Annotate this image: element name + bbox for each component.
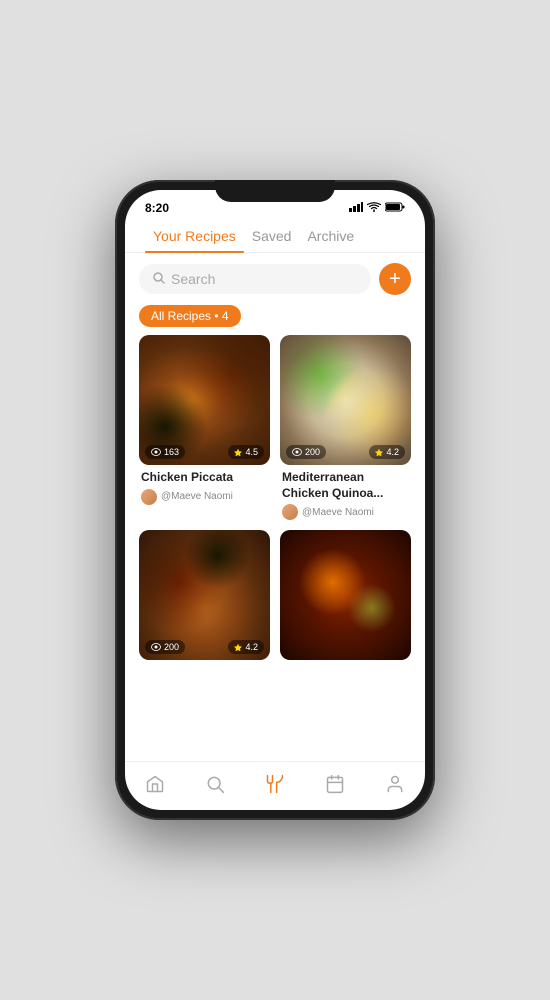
recipe-author-1: @Maeve Naomi <box>282 504 409 520</box>
rating-badge-2: 4.2 <box>228 640 264 654</box>
recipe-info-1: Mediterranean Chicken Quinoa... @Maeve N… <box>280 465 411 520</box>
profile-icon <box>385 774 405 794</box>
recipe-image-3 <box>280 530 411 660</box>
nav-recipes[interactable] <box>253 770 297 798</box>
search-input-wrap[interactable]: Search <box>139 264 371 294</box>
nav-home[interactable] <box>133 770 177 798</box>
recipe-card-0[interactable]: 163 4.5 Chicken Piccata @Maeve Na <box>139 335 270 520</box>
author-name-1: @Maeve Naomi <box>302 507 374 518</box>
add-recipe-button[interactable]: + <box>379 263 411 295</box>
recipe-stats-2: 200 4.2 <box>145 640 264 654</box>
recipe-stats-1: 200 4.2 <box>286 445 405 459</box>
recipes-grid: 163 4.5 Chicken Piccata @Maeve Na <box>125 335 425 761</box>
nav-profile[interactable] <box>373 770 417 798</box>
bottom-nav <box>125 761 425 810</box>
author-avatar-1 <box>282 504 298 520</box>
recipe-card-3[interactable] <box>280 530 411 660</box>
author-avatar-0 <box>141 489 157 505</box>
wifi-icon <box>367 202 381 215</box>
signal-icon <box>349 202 363 215</box>
filter-area: All Recipes • 4 <box>125 301 425 335</box>
phone-screen: 8:20 <box>125 190 425 810</box>
all-recipes-filter[interactable]: All Recipes • 4 <box>139 305 241 327</box>
recipe-card-2[interactable]: 200 4.2 <box>139 530 270 660</box>
rating-badge-0: 4.5 <box>228 445 264 459</box>
search-nav-icon <box>205 774 225 794</box>
battery-icon <box>385 202 405 215</box>
tab-archive[interactable]: Archive <box>299 228 362 252</box>
recipe-image-1: 200 4.2 <box>280 335 411 465</box>
status-time: 8:20 <box>145 201 169 215</box>
recipe-stats-0: 163 4.5 <box>145 445 264 459</box>
app-content: Your Recipes Saved Archive <box>125 218 425 810</box>
notch <box>215 180 335 202</box>
search-icon <box>153 272 165 287</box>
search-area: Search + <box>125 253 425 301</box>
recipe-info-0: Chicken Piccata @Maeve Naomi <box>139 465 270 505</box>
home-icon <box>145 774 165 794</box>
status-icons <box>349 202 405 215</box>
phone-frame: 8:20 <box>115 180 435 820</box>
views-badge-0: 163 <box>145 445 185 459</box>
search-placeholder: Search <box>171 271 215 287</box>
author-name-0: @Maeve Naomi <box>161 491 233 502</box>
recipe-image-0: 163 4.5 <box>139 335 270 465</box>
tab-saved[interactable]: Saved <box>244 228 300 252</box>
tab-your-recipes[interactable]: Your Recipes <box>145 228 244 252</box>
nav-calendar[interactable] <box>313 770 357 798</box>
recipe-title-0: Chicken Piccata <box>141 470 268 486</box>
recipe-title-1: Mediterranean Chicken Quinoa... <box>282 470 409 501</box>
recipe-author-0: @Maeve Naomi <box>141 489 268 505</box>
tab-bar: Your Recipes Saved Archive <box>125 218 425 253</box>
views-badge-1: 200 <box>286 445 326 459</box>
calendar-icon <box>325 774 345 794</box>
recipe-image-2: 200 4.2 <box>139 530 270 660</box>
rating-badge-1: 4.2 <box>369 445 405 459</box>
views-badge-2: 200 <box>145 640 185 654</box>
recipe-card-1[interactable]: 200 4.2 Mediterranean Chicken Quinoa... <box>280 335 411 520</box>
fork-knife-icon <box>265 774 285 794</box>
nav-search[interactable] <box>193 770 237 798</box>
